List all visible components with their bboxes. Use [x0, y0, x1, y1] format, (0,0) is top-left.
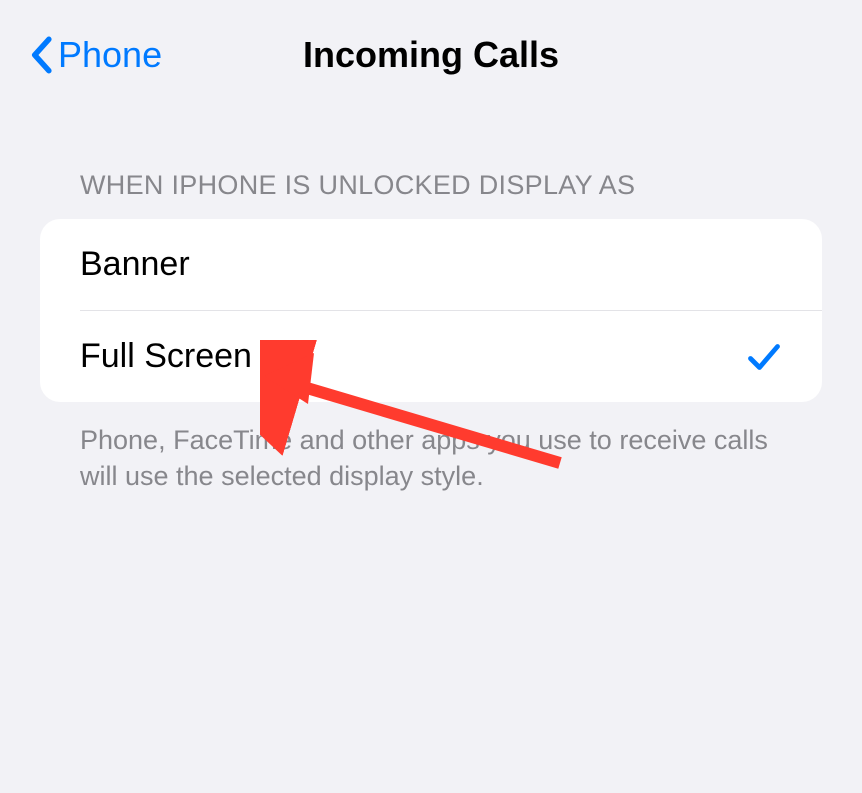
option-full-screen[interactable]: Full Screen	[40, 311, 822, 402]
section-header: WHEN IPHONE IS UNLOCKED DISPLAY AS	[40, 170, 822, 219]
option-banner[interactable]: Banner	[40, 219, 822, 310]
options-list: Banner Full Screen	[40, 219, 822, 402]
back-label: Phone	[58, 34, 162, 76]
option-label: Full Screen	[80, 337, 252, 376]
option-label: Banner	[80, 245, 190, 284]
nav-header: Phone Incoming Calls	[0, 0, 862, 110]
back-button[interactable]: Phone	[30, 34, 162, 76]
chevron-left-icon	[30, 36, 52, 74]
section-footer: Phone, FaceTime and other apps you use t…	[40, 402, 822, 495]
content-area: WHEN IPHONE IS UNLOCKED DISPLAY AS Banne…	[0, 110, 862, 495]
checkmark-icon	[746, 339, 782, 375]
